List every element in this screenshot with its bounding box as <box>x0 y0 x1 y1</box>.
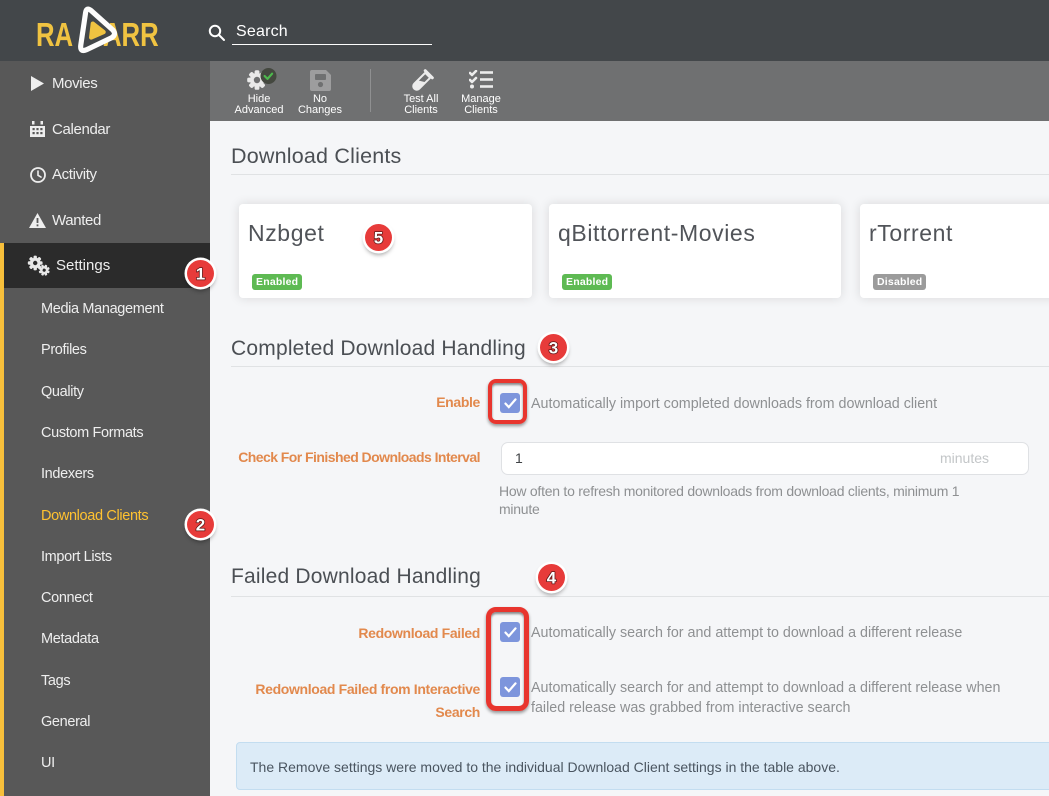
svg-text:4: 4 <box>547 568 557 587</box>
svg-text:3: 3 <box>549 338 558 357</box>
svg-text:RA: RA <box>36 17 73 54</box>
svg-text:1: 1 <box>195 264 204 283</box>
svg-text:5: 5 <box>374 228 383 247</box>
svg-text:2: 2 <box>196 516 205 535</box>
